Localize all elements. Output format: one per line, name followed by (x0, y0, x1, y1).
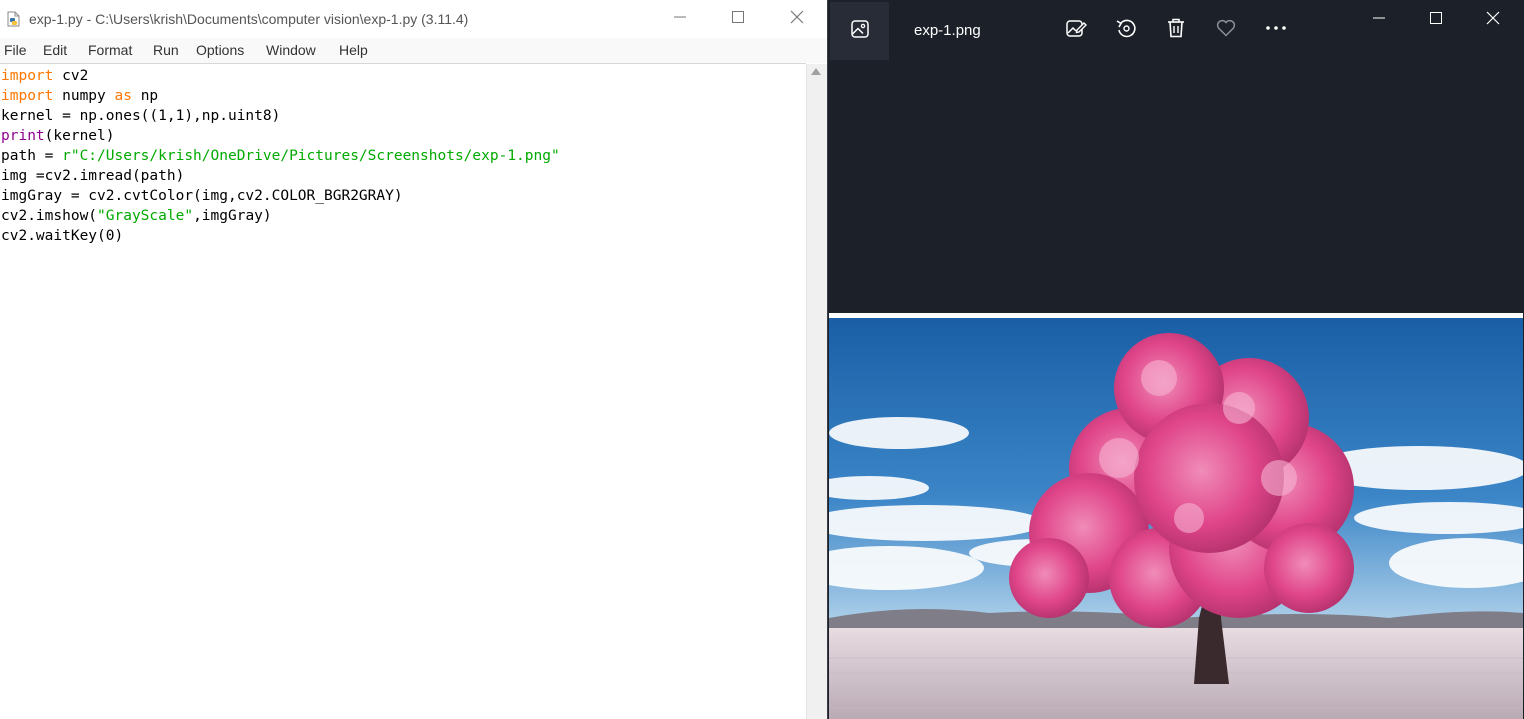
menu-file[interactable]: File (4, 42, 27, 58)
photos-close-button[interactable] (1473, 5, 1513, 35)
idle-title-bar[interactable]: exp-1.py - C:\Users\krish\Documents\comp… (0, 0, 827, 38)
vertical-scrollbar[interactable] (806, 64, 827, 719)
menu-bar: File Edit Format Run Options Window Help (0, 38, 827, 63)
idle-editor-window: exp-1.py - C:\Users\krish\Documents\comp… (0, 0, 827, 719)
menu-edit[interactable]: Edit (43, 42, 67, 58)
gallery-button[interactable] (830, 2, 889, 60)
python-file-icon (6, 11, 22, 27)
photos-maximize-button[interactable] (1416, 5, 1456, 35)
edit-image-icon (1065, 17, 1087, 44)
menu-options[interactable]: Options (196, 42, 244, 58)
rotate-icon (1115, 17, 1137, 44)
photos-minimize-button[interactable] (1359, 5, 1399, 35)
menu-run[interactable]: Run (153, 42, 179, 58)
close-button[interactable] (777, 4, 817, 34)
rotate-button[interactable] (1111, 15, 1141, 45)
more-options-icon (1265, 17, 1287, 44)
close-icon (790, 10, 804, 29)
photos-viewer-window: exp-1.png (827, 0, 1524, 719)
code-line: kernel = np.ones((1,1),np.uint8) (1, 108, 281, 124)
pink-tree-photo (829, 318, 1523, 719)
maximize-icon (732, 10, 744, 28)
photo-display-area[interactable] (829, 313, 1523, 719)
gallery-icon (850, 19, 870, 44)
code-line: cv2.waitKey(0) (1, 228, 124, 244)
menu-help[interactable]: Help (339, 42, 368, 58)
favorite-button[interactable] (1211, 15, 1241, 45)
maximize-button[interactable] (718, 4, 758, 34)
code-line: imgGray = cv2.cvtColor(img,cv2.COLOR_BGR… (1, 188, 403, 204)
more-options-button[interactable] (1261, 15, 1291, 45)
scroll-up-arrow-icon[interactable] (811, 68, 821, 75)
code-line: import cv2 (1, 68, 89, 84)
code-text[interactable]: import cv2 import numpy as np kernel = n… (1, 66, 560, 246)
delete-icon (1165, 17, 1187, 44)
minimize-icon (674, 10, 686, 28)
maximize-icon (1430, 11, 1442, 29)
code-line: print(kernel) (1, 128, 115, 144)
code-line: import numpy as np (1, 88, 159, 104)
minimize-button[interactable] (660, 4, 700, 34)
code-line: img =cv2.imread(path) (1, 168, 185, 184)
photos-title-bar[interactable]: exp-1.png (828, 0, 1524, 60)
edit-image-button[interactable] (1061, 15, 1091, 45)
code-line: cv2.imshow("GrayScale",imgGray) (1, 208, 272, 224)
favorite-heart-icon (1215, 17, 1237, 44)
menu-format[interactable]: Format (88, 42, 132, 58)
menu-window[interactable]: Window (266, 42, 316, 58)
photo-filename: exp-1.png (914, 22, 981, 39)
close-icon (1486, 11, 1500, 30)
delete-button[interactable] (1161, 15, 1191, 45)
code-line: path = r"C:/Users/krish/OneDrive/Picture… (1, 148, 560, 164)
window-title: exp-1.py - C:\Users\krish\Documents\comp… (29, 11, 469, 27)
code-editor[interactable]: import cv2 import numpy as np kernel = n… (0, 64, 806, 719)
minimize-icon (1373, 11, 1385, 29)
